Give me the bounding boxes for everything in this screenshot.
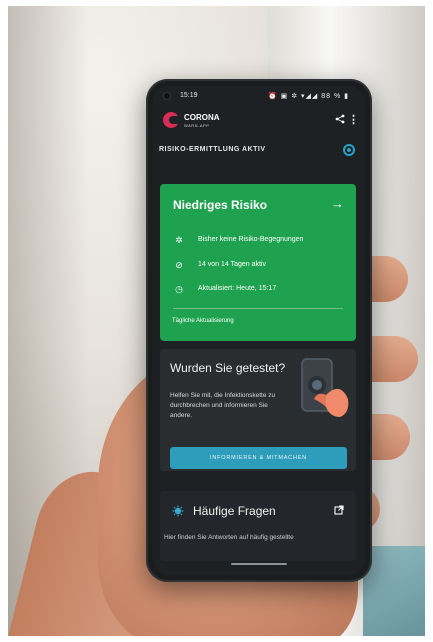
risk-row-encounters: ✲ Bisher keine Risiko-Begegnungen [173,234,353,248]
tracing-status-label: RISIKO-ERMITTLUNG AKTIV [159,146,266,153]
faq-text: Hier finden Sie Antworten auf häufig ges… [164,534,294,541]
status-time: 15:19 [180,92,198,99]
background-teal-object [363,546,425,636]
status-bar: 15:19 ⏰ ▣ ✲ ▾◢◢ 88 % ▮ [153,86,365,106]
refresh-clock-icon: ◷ [175,284,183,294]
check-circle-icon: ⊘ [175,260,183,270]
share-icon[interactable] [335,114,345,124]
faq-title: Häufige Fragen [193,504,276,518]
external-link-icon[interactable] [334,505,344,515]
inform-participate-button[interactable]: INFORMIEREN & MITMACHEN [170,447,347,469]
app-subtitle: WARN-APP [184,123,210,128]
risk-row-updated: ◷ Aktualisiert: Heute, 15:17 [173,283,353,297]
faq-virus-icon [172,505,184,517]
app-name: CORONA [184,113,220,122]
test-card: Wurden Sie getestet? Helfen Sie mit, die… [160,349,356,471]
risk-row-text: 14 von 14 Tagen aktiv [198,261,266,268]
arrow-right-icon[interactable]: → [331,196,344,211]
front-camera [164,93,170,99]
risk-row-active-days: ⊘ 14 von 14 Tagen aktiv [173,259,353,273]
phone-screen: 15:19 ⏰ ▣ ✲ ▾◢◢ 88 % ▮ CORONA WARN-APP ⋮… [153,86,365,575]
tracing-status-bar[interactable]: RISIKO-ERMITTLUNG AKTIV [153,143,365,159]
more-options-icon[interactable]: ⋮ [348,113,359,126]
risk-row-text: Bisher keine Risiko-Begegnungen [198,236,304,243]
risk-footer: Tägliche Aktualisierung [172,318,234,324]
risk-card[interactable]: Niedriges Risiko → ✲ Bisher keine Risiko… [160,184,356,341]
risk-title: Niedriges Risiko [173,198,268,212]
divider [173,308,343,309]
app-bar: CORONA WARN-APP ⋮ [153,108,365,136]
risk-row-text: Aktualisiert: Heute, 15:17 [198,285,277,292]
home-indicator[interactable] [231,563,287,565]
faq-card[interactable]: Häufige Fragen Hier finden Sie Antworten… [160,491,356,561]
smartphone: 15:19 ⏰ ▣ ✲ ▾◢◢ 88 % ▮ CORONA WARN-APP ⋮… [146,79,372,582]
tracing-active-icon [343,144,355,156]
virus-icon: ✲ [175,235,183,245]
status-icons: ⏰ ▣ ✲ ▾◢◢ 88 % ▮ [267,93,349,100]
test-card-title: Wurden Sie getestet? [170,361,286,375]
test-card-body: Helfen Sie mit, die Infektionskette zu d… [170,392,276,419]
corona-logo-icon [163,112,179,128]
phone-hand-illustration-icon [301,358,349,417]
